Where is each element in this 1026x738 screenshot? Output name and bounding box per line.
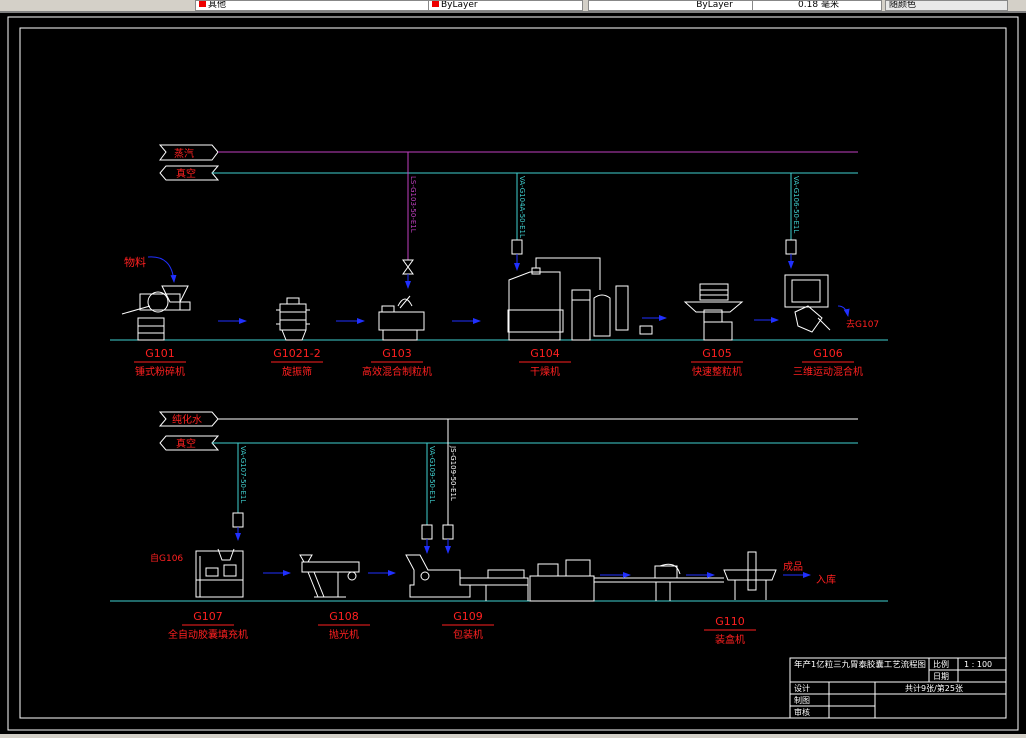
- warehouse-label: 入库: [816, 573, 836, 586]
- svg-text:VA-G109-50-E1L: VA-G109-50-E1L: [428, 446, 436, 503]
- drawing-canvas[interactable]: 蒸汽 真空 LS-G103-50-E1L VA-G104A-50-E1L VA-…: [0, 0, 1026, 738]
- product-label: 成品: [783, 561, 803, 573]
- equipment-tag: G106: [813, 347, 843, 360]
- equipment-name: 三维运动混合机: [793, 365, 863, 378]
- equipment-name: 旋振筛: [282, 365, 312, 378]
- svg-text:JS-G109-50-E1L: JS-G109-50-E1L: [449, 445, 457, 501]
- vibrating-screen-g102: [276, 297, 310, 341]
- equipment-name: 抛光机: [329, 628, 359, 641]
- scale-label: 比例: [933, 659, 949, 669]
- svg-text:真空: 真空: [176, 167, 196, 180]
- equipment-tag: G108: [329, 610, 359, 623]
- to-g107-arrow: [837, 305, 850, 317]
- dryer-g104: [507, 257, 653, 341]
- valve-icon: [232, 512, 244, 528]
- hammer-mill-g101: [121, 285, 191, 341]
- cartoning-machine-g110: [594, 551, 777, 601]
- svg-text:真空: 真空: [176, 437, 196, 450]
- design-label: 设计: [794, 683, 810, 693]
- scale-value: 1 : 100: [964, 660, 992, 669]
- polishing-machine-g108: [299, 554, 360, 598]
- svg-text:VA-G106-50-E1L: VA-G106-50-E1L: [792, 176, 800, 233]
- pipe-g109-vacuum: VA-G109-50-E1L: [421, 443, 436, 554]
- vacuum-line-2: 真空: [159, 435, 858, 451]
- equipment-tag: G107: [193, 610, 223, 623]
- equipment-tag: G105: [702, 347, 732, 360]
- 3d-mixer-g106: [784, 274, 831, 333]
- to-g107-label: 去G107: [846, 318, 879, 330]
- packaging-machine-g109: [405, 554, 595, 602]
- pipe-g106: VA-G106-50-E1L: [785, 173, 800, 269]
- pipe-g109-water: JS-G109-50-E1L: [442, 419, 457, 554]
- capsule-filler-g107: [195, 548, 244, 598]
- equipment-tag: G1021-2: [273, 347, 321, 360]
- draw-label: 制图: [794, 695, 810, 705]
- purified-water-line: 纯化水: [158, 411, 858, 427]
- equipment-tag: G110: [715, 615, 745, 628]
- material-label: 物料: [124, 255, 146, 269]
- pipe-g107: VA-G107-50-E1L: [232, 443, 247, 541]
- review-label: 审核: [794, 707, 810, 717]
- drawing-title: 年产1亿粒三九胃泰胶囊工艺流程图: [794, 659, 926, 669]
- steam-line: 蒸汽: [158, 144, 858, 161]
- vacuum-line-1: 真空: [159, 165, 858, 181]
- equipment-name: 全自动胶囊填充机: [168, 628, 248, 641]
- feed-arrow: [147, 256, 177, 283]
- pipe-g104: VA-G104A-50-E1L: [511, 173, 526, 271]
- equipment-tag: G109: [453, 610, 483, 623]
- equipment-tag: G104: [530, 347, 560, 360]
- pipe-g103: LS-G103-50-E1L: [402, 152, 417, 289]
- svg-text:VA-G107-50-E1L: VA-G107-50-E1L: [239, 446, 247, 503]
- valve-icon: [511, 239, 523, 255]
- svg-text:VA-G104A-50-E1L: VA-G104A-50-E1L: [518, 176, 526, 238]
- equipment-tag: G103: [382, 347, 412, 360]
- equipment-name: 包装机: [453, 628, 483, 641]
- equipment-name: 快速整粒机: [692, 365, 742, 378]
- equipment-name: 干燥机: [530, 365, 560, 378]
- from-g106-label: 自G106: [150, 552, 183, 564]
- equipment-name: 高效混合制粒机: [362, 365, 432, 378]
- equipment-name: 装盒机: [715, 633, 745, 646]
- valve-icon: [442, 524, 454, 540]
- valve-icon: [421, 524, 433, 540]
- svg-text:LS-G103-50-E1L: LS-G103-50-E1L: [409, 176, 417, 233]
- equipment-name: 锤式粉碎机: [135, 365, 185, 378]
- valve-icon: [402, 259, 414, 275]
- sheet-count: 共计9张/第25张: [905, 683, 963, 693]
- mixer-granulator-g103: [378, 295, 425, 341]
- svg-text:纯化水: 纯化水: [172, 413, 202, 426]
- valve-icon: [785, 239, 797, 255]
- date-label: 日期: [933, 672, 949, 681]
- status-bar: [0, 734, 1026, 738]
- equipment-tag: G101: [145, 347, 175, 360]
- granulator-g105: [683, 283, 744, 341]
- flow-arrows-row2: [263, 570, 811, 578]
- svg-text:蒸汽: 蒸汽: [174, 147, 194, 160]
